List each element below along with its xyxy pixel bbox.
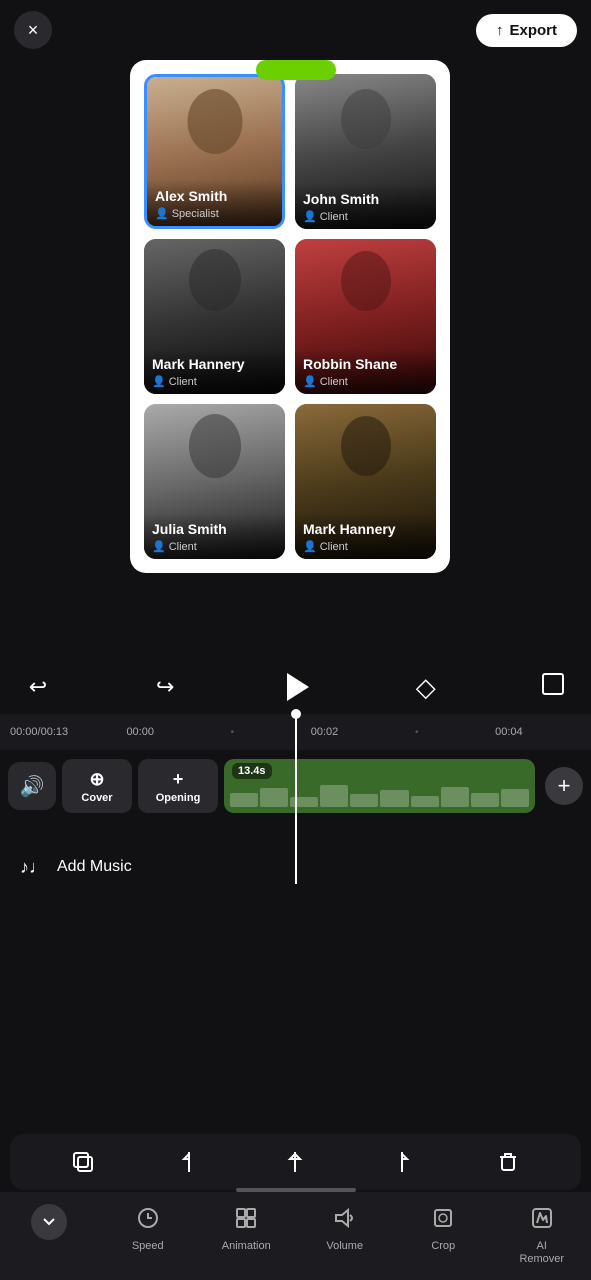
person-name-julia: Julia Smith xyxy=(152,521,277,538)
close-button[interactable]: × xyxy=(14,11,52,49)
opening-icon: + xyxy=(173,769,184,790)
clip-waves xyxy=(224,783,535,807)
person-picker: Alex Smith 👤 Specialist John Smith 👤 Cli… xyxy=(130,60,450,573)
ai-remover-icon xyxy=(530,1206,554,1236)
time-marker-1: 00:02 xyxy=(311,726,339,738)
crop-icon xyxy=(431,1206,455,1236)
time-markers: 00:00 • 00:02 • 00:04 xyxy=(68,726,581,738)
person-info-mark1: Mark Hannery 👤 Client xyxy=(144,348,285,394)
person-info-alex: Alex Smith 👤 Specialist xyxy=(147,180,282,226)
clip-duration: 13.4s xyxy=(232,763,272,779)
volume-icon xyxy=(333,1206,357,1236)
scroll-indicator xyxy=(236,1188,356,1192)
clip-main[interactable]: 13.4s xyxy=(224,759,535,813)
delete-tool-button[interactable] xyxy=(486,1140,530,1184)
person-card-alex-smith[interactable]: Alex Smith 👤 Specialist xyxy=(144,74,285,229)
person-role-john: 👤 Client xyxy=(303,210,428,223)
copy-tool-button[interactable] xyxy=(61,1140,105,1184)
nav-item-volume[interactable]: Volume xyxy=(296,1202,395,1257)
nav-item-animation[interactable]: Animation xyxy=(197,1202,296,1257)
person-card-john-smith[interactable]: John Smith 👤 Client xyxy=(295,74,436,229)
green-indicator xyxy=(256,60,336,80)
person-info-julia: Julia Smith 👤 Client xyxy=(144,513,285,559)
speed-icon xyxy=(136,1206,160,1236)
split-start-tool-button[interactable] xyxy=(167,1140,211,1184)
nav-label-volume: Volume xyxy=(326,1240,363,1253)
role-icon-robbin: 👤 xyxy=(303,375,317,388)
person-card-robbin-shane[interactable]: Robbin Shane 👤 Client xyxy=(295,239,436,394)
nav-label-ai-remover: AI Remover xyxy=(519,1240,564,1266)
split-end-tool-button[interactable] xyxy=(380,1140,424,1184)
keyframe-icon: ◇ xyxy=(416,672,436,703)
nav-label-crop: Crop xyxy=(431,1240,455,1253)
person-card-julia-smith[interactable]: Julia Smith 👤 Client xyxy=(144,404,285,559)
undo-icon: ↩ xyxy=(29,674,47,700)
person-role-julia: 👤 Client xyxy=(152,540,277,553)
nav-item-crop[interactable]: Crop xyxy=(394,1202,493,1257)
bottom-nav: Speed Animation Volume Cro xyxy=(0,1192,591,1280)
fullscreen-button[interactable] xyxy=(535,669,571,705)
person-role-alex: 👤 Specialist xyxy=(155,207,274,220)
cover-label: Cover xyxy=(81,792,112,804)
opening-label: Opening xyxy=(156,792,201,804)
person-card-mark-hannery-2[interactable]: Mark Hannery 👤 Client xyxy=(295,404,436,559)
nav-label-animation: Animation xyxy=(222,1240,271,1253)
split-tool-button[interactable] xyxy=(273,1140,317,1184)
person-role-robbin: 👤 Client xyxy=(303,375,428,388)
animation-icon xyxy=(234,1206,258,1236)
timeline-cursor-head xyxy=(291,709,301,719)
play-button[interactable] xyxy=(275,666,317,708)
time-marker-2: 00:04 xyxy=(495,726,523,738)
music-icon: ♪♩ xyxy=(20,857,47,878)
play-icon xyxy=(287,673,309,701)
person-info-robbin: Robbin Shane 👤 Client xyxy=(295,348,436,394)
fullscreen-icon xyxy=(542,673,564,701)
add-clip-button[interactable]: + xyxy=(545,767,583,805)
person-card-mark-hannery-1[interactable]: Mark Hannery 👤 Client xyxy=(144,239,285,394)
export-icon: ↑ xyxy=(496,22,504,39)
export-button[interactable]: ↑ Export xyxy=(476,14,577,47)
person-info-mark2: Mark Hannery 👤 Client xyxy=(295,513,436,559)
role-icon-mark2: 👤 xyxy=(303,540,317,553)
audio-button[interactable]: 🔊 xyxy=(8,762,56,810)
current-time: 00:00/00:13 xyxy=(10,726,68,738)
person-name-robbin: Robbin Shane xyxy=(303,356,428,373)
add-music-label: Add Music xyxy=(57,858,132,876)
bottom-tools xyxy=(10,1134,581,1190)
role-icon-julia: 👤 xyxy=(152,540,166,553)
nav-item-ai-remover[interactable]: AI Remover xyxy=(493,1202,591,1270)
role-icon-mark1: 👤 xyxy=(152,375,166,388)
time-marker-0: 00:00 xyxy=(126,726,154,738)
playback-controls: ↩ ↪ ◇ xyxy=(0,660,591,714)
redo-icon: ↪ xyxy=(156,674,174,700)
timeline-cursor[interactable] xyxy=(295,714,297,884)
cover-icon: ⊕ xyxy=(89,769,104,790)
undo-button[interactable]: ↩ xyxy=(20,669,56,705)
nav-item-speed[interactable]: Speed xyxy=(99,1202,198,1257)
person-role-mark1: 👤 Client xyxy=(152,375,277,388)
role-icon: 👤 xyxy=(155,207,169,220)
audio-icon: 🔊 xyxy=(20,774,45,799)
redo-button[interactable]: ↪ xyxy=(147,669,183,705)
person-name-mark2: Mark Hannery xyxy=(303,521,428,538)
clip-opening[interactable]: + Opening xyxy=(138,759,218,813)
person-role-mark2: 👤 Client xyxy=(303,540,428,553)
role-icon-john: 👤 xyxy=(303,210,317,223)
top-bar: × ↑ Export xyxy=(0,0,591,60)
nav-chevron[interactable] xyxy=(0,1202,99,1244)
person-name-mark1: Mark Hannery xyxy=(152,356,277,373)
chevron-down-icon[interactable] xyxy=(31,1204,67,1240)
clip-cover[interactable]: ⊕ Cover xyxy=(62,759,132,813)
keyframe-button[interactable]: ◇ xyxy=(408,669,444,705)
person-name-john: John Smith xyxy=(303,191,428,208)
person-name-alex: Alex Smith xyxy=(155,188,274,205)
nav-label-speed: Speed xyxy=(132,1240,164,1253)
person-info-john: John Smith 👤 Client xyxy=(295,183,436,229)
